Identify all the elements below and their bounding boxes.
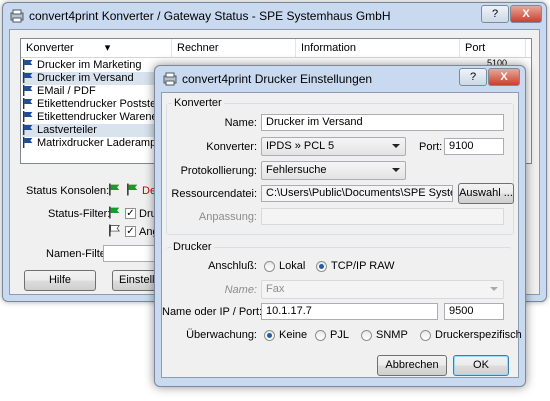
anpassung-label: Anpassung: xyxy=(198,211,257,223)
ueberwachung-pjl-label: PJL xyxy=(330,329,349,341)
list-item-drucker-versand[interactable]: Drucker im Versand xyxy=(22,72,172,85)
column-port[interactable]: Port xyxy=(460,39,526,57)
chevron-down-icon xyxy=(490,287,498,291)
flag-icon xyxy=(23,59,33,70)
flag-icon xyxy=(23,72,33,83)
sort-arrow-icon: ▾ xyxy=(104,42,111,54)
protokollierung-label: Protokollierung: xyxy=(180,165,257,177)
group-konverter-title: Konverter xyxy=(172,97,224,109)
ip-port-input[interactable]: 9500 xyxy=(444,303,504,320)
list-item-etikettendrucker-poststelle[interactable]: Etikettendrucker Poststelle xyxy=(22,98,172,111)
ok-button[interactable]: OK xyxy=(453,355,509,376)
flag-icon xyxy=(23,98,33,109)
main-close-button[interactable]: X xyxy=(510,5,542,23)
column-rechner[interactable]: Rechner xyxy=(172,39,296,57)
dialog-titlebar[interactable]: convert4print Drucker Einstellungen ? X xyxy=(155,66,525,92)
list-item-etikettendrucker-wareneingang[interactable]: Etikettendrucker Wareneinga xyxy=(22,111,178,124)
hilfe-button[interactable]: Hilfe xyxy=(24,270,96,291)
list-item-matrixdrucker-laderampe[interactable]: Matrixdrucker Laderampe xyxy=(22,137,172,150)
ueberwachung-drucker-label: Druckerspezifisch xyxy=(435,329,522,341)
dialog-client-area: Konverter Name: Drucker im Versand Konve… xyxy=(161,92,522,378)
app-icon xyxy=(10,9,24,23)
ueberwachung-keine-radio[interactable] xyxy=(264,330,275,341)
green-flag-icon xyxy=(109,206,120,219)
flag-icon xyxy=(23,111,33,122)
anschluss-label: Anschluß: xyxy=(208,260,257,272)
anschluss-lokal-label: Lokal xyxy=(279,260,306,272)
chevron-down-icon xyxy=(392,168,400,172)
filter-drucker-checkbox[interactable]: ✓ xyxy=(125,208,136,219)
flag-icon xyxy=(23,124,33,135)
port-input[interactable]: 9100 xyxy=(444,138,504,155)
list-item-lastverteiler[interactable]: Lastverteiler xyxy=(22,124,172,137)
ueberwachung-drucker-radio[interactable] xyxy=(420,330,431,341)
main-window-title: convert4print Konverter / Gateway Status… xyxy=(29,9,391,23)
ressourcendatei-label: Ressourcendatei: xyxy=(171,188,257,200)
protokollierung-select[interactable]: Fehlersuche xyxy=(261,161,406,180)
auswahl-button[interactable]: Auswahl ... xyxy=(458,183,514,204)
drucker-name-label: Name: xyxy=(224,284,257,296)
namen-filter-input[interactable] xyxy=(103,245,158,262)
dialog-close-button[interactable]: X xyxy=(488,68,520,86)
column-konverter[interactable]: Konverter ▾ xyxy=(21,39,172,57)
list-item-email-pdf[interactable]: EMail / PDF xyxy=(22,85,172,98)
dialog-help-button[interactable]: ? xyxy=(459,68,487,86)
ueberwachung-label: Überwachung: xyxy=(186,329,257,341)
status-konsolen-label: Status Konsolen: xyxy=(26,185,110,197)
ueberwachung-snmp-radio[interactable] xyxy=(361,330,372,341)
flag-icon xyxy=(23,137,33,148)
abbrechen-button[interactable]: Abbrechen xyxy=(377,355,447,376)
app-icon xyxy=(163,72,177,86)
ressourcendatei-input[interactable]: C:\Users\Public\Documents\SPE Systemhx xyxy=(261,185,453,202)
ueberwachung-pjl-radio[interactable] xyxy=(315,330,326,341)
anschluss-tcp-radio[interactable] xyxy=(316,261,327,272)
anschluss-tcp-label: TCP/IP RAW xyxy=(331,260,395,272)
main-titlebar[interactable]: convert4print Konverter / Gateway Status… xyxy=(3,3,546,29)
status-filter-label: Status-Filter: xyxy=(48,208,111,220)
list-header: Konverter ▾ Rechner Information Port xyxy=(21,39,531,58)
name-input[interactable]: Drucker im Versand xyxy=(261,114,504,131)
settings-dialog: convert4print Drucker Einstellungen ? X … xyxy=(154,65,526,387)
konverter-select[interactable]: IPDS » PCL 5 xyxy=(261,137,406,156)
ip-port-label: Name oder IP / Port: xyxy=(162,306,263,318)
einstellungen-button[interactable]: Einstellu xyxy=(112,270,161,291)
chevron-down-icon xyxy=(392,144,400,148)
dialog-title: convert4print Drucker Einstellungen xyxy=(182,72,373,86)
drucker-name-select[interactable]: Fax xyxy=(261,280,504,299)
filter-angehalten-checkbox[interactable]: ✓ xyxy=(125,226,136,237)
flag-icon xyxy=(23,85,33,96)
ip-input[interactable]: 10.1.17.7 xyxy=(261,303,438,320)
flag-icon xyxy=(109,224,120,237)
green-flag-icon xyxy=(127,183,138,196)
anschluss-lokal-radio[interactable] xyxy=(264,261,275,272)
column-information[interactable]: Information xyxy=(296,39,460,57)
name-label: Name: xyxy=(224,117,257,129)
green-flag-icon xyxy=(109,183,120,196)
list-item-drucker-marketing[interactable]: Drucker im Marketing xyxy=(22,59,172,72)
group-drucker-title: Drucker xyxy=(171,241,214,253)
port-label: Port: xyxy=(419,141,443,153)
ueberwachung-keine-label: Keine xyxy=(279,329,308,341)
ueberwachung-snmp-label: SNMP xyxy=(376,329,408,341)
anpassung-input[interactable] xyxy=(261,208,504,225)
main-help-button[interactable]: ? xyxy=(481,5,509,23)
konverter-label: Konverter: xyxy=(206,141,257,153)
